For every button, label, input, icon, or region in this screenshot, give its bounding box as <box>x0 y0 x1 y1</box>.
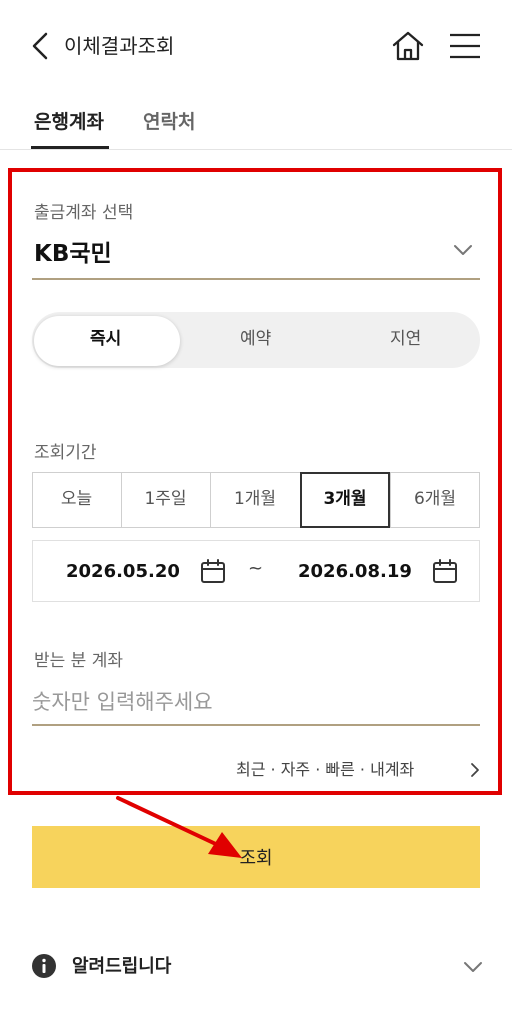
back-button[interactable] <box>28 28 56 64</box>
home-icon <box>392 31 424 61</box>
notice-label: 알려드립니다 <box>72 956 172 977</box>
start-date[interactable]: 2026.05.20 <box>66 560 180 584</box>
segment-immediate[interactable]: 즉시 <box>90 326 121 352</box>
calendar-icon[interactable] <box>432 558 458 584</box>
top-app-bar: 이체결과조회 <box>0 0 512 92</box>
chevron-right-icon[interactable] <box>468 762 482 778</box>
period-label: 조회기간 <box>34 443 97 463</box>
hamburger-menu-icon <box>450 33 480 59</box>
period-3month-button[interactable]: 3개월 <box>300 472 390 528</box>
calendar-icon[interactable] <box>200 558 226 584</box>
tab-bank-account[interactable]: 은행계좌 <box>34 108 104 136</box>
account-label: 출금계좌 선택 <box>34 203 134 223</box>
segment-scheduled[interactable]: 예약 <box>240 326 271 352</box>
page-title: 이체결과조회 <box>64 34 175 58</box>
menu-button[interactable] <box>448 32 482 60</box>
period-today-button[interactable]: 오늘 <box>32 472 121 528</box>
receiver-account-input[interactable] <box>32 680 480 726</box>
active-tab-indicator <box>31 146 109 149</box>
end-date[interactable]: 2026.08.19 <box>298 560 412 584</box>
home-button[interactable] <box>390 30 426 62</box>
info-icon <box>32 954 56 978</box>
chevron-down-icon[interactable] <box>462 958 484 976</box>
chevron-down-icon[interactable] <box>452 240 474 260</box>
period-6month-button[interactable]: 6개월 <box>390 472 480 528</box>
account-select[interactable]: KB국민 <box>34 234 112 268</box>
tab-bar: 은행계좌 연락처 <box>0 100 512 150</box>
inquiry-button[interactable]: 조회 <box>32 826 480 888</box>
quick-account-link[interactable]: 최근 · 자주 · 빠른 · 내계좌 <box>236 758 414 782</box>
period-1month-button[interactable]: 1개월 <box>210 472 300 528</box>
receiver-account-label: 받는 분 계좌 <box>34 651 124 671</box>
date-separator: ~ <box>248 558 264 579</box>
tab-contact[interactable]: 연락처 <box>143 108 195 136</box>
back-arrow-icon <box>32 32 48 60</box>
period-1week-button[interactable]: 1주일 <box>121 472 210 528</box>
account-underline <box>32 278 480 280</box>
segment-delayed[interactable]: 지연 <box>390 326 421 352</box>
